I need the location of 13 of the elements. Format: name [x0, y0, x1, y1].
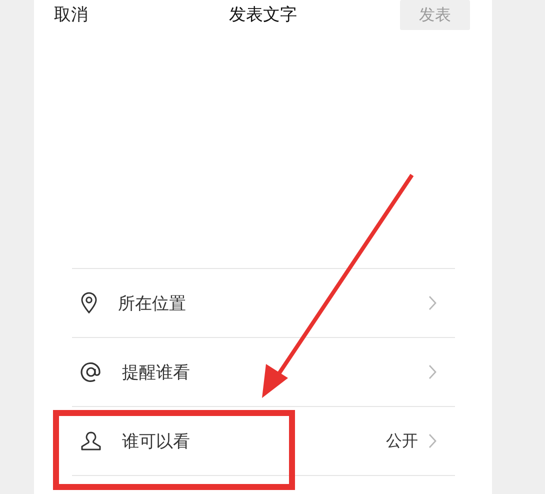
chevron-right-icon — [428, 295, 437, 311]
at-sign-icon — [80, 361, 102, 383]
option-label[interactable]: 提醒谁看 — [122, 360, 190, 384]
option-label[interactable]: 所在位置 — [118, 292, 186, 314]
page-title: 发表文字 — [229, 4, 297, 26]
option-row[interactable]: 所在位置 — [72, 269, 455, 338]
location-pin-icon — [80, 292, 98, 314]
chevron-right-icon — [428, 433, 437, 449]
chevron-right-icon — [428, 364, 437, 380]
option-label[interactable]: 谁可以看 — [122, 430, 190, 452]
person-icon — [80, 430, 102, 452]
option-value: 公开 — [386, 430, 418, 452]
cancel-link[interactable]: 取消 — [54, 2, 88, 26]
